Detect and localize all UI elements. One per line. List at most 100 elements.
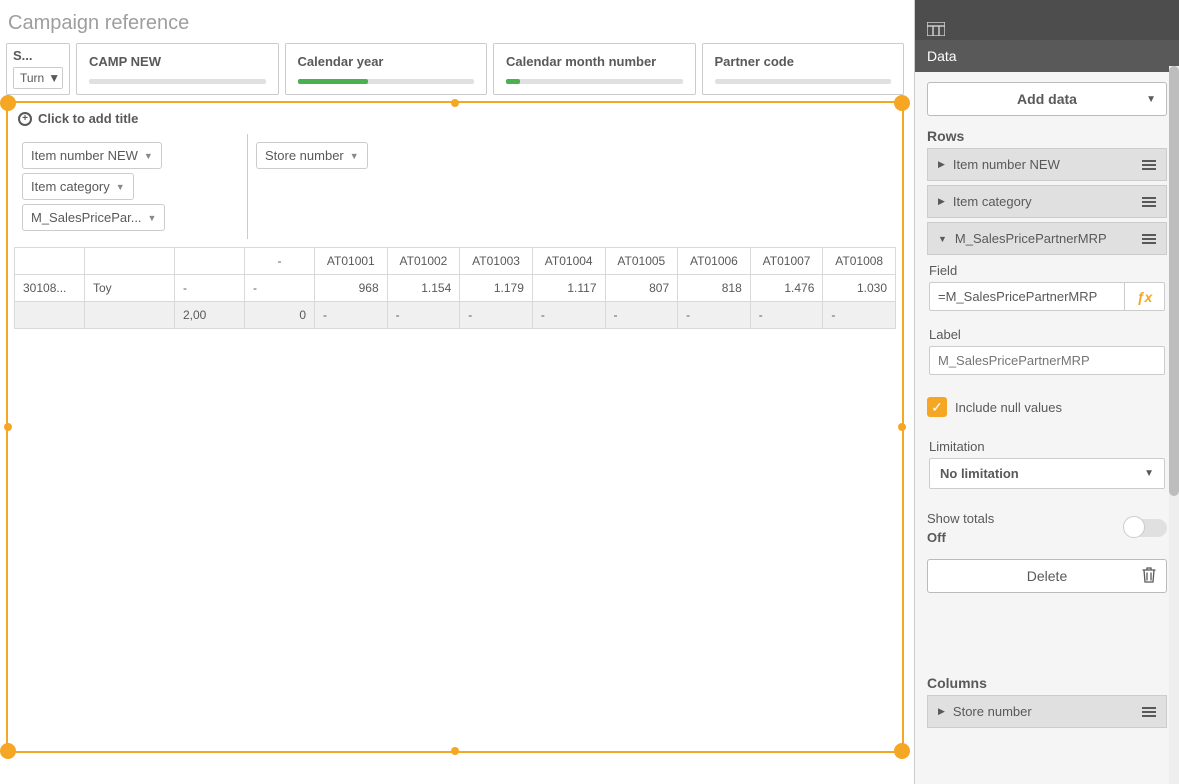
limitation-select[interactable]: No limitation ▼ bbox=[929, 458, 1165, 489]
include-null-label: Include null values bbox=[955, 400, 1062, 415]
chip-salesprice[interactable]: M_SalesPricePar...▼ bbox=[22, 204, 165, 231]
delete-button[interactable]: Delete bbox=[927, 559, 1167, 593]
add-data-button[interactable]: Add data ▼ bbox=[927, 82, 1167, 116]
grid-cell[interactable] bbox=[175, 248, 245, 275]
grid-cell[interactable]: - bbox=[605, 302, 678, 329]
col-item-store[interactable]: ▶ Store number bbox=[927, 695, 1167, 728]
row-item-number[interactable]: ▶Item number NEW bbox=[927, 148, 1167, 181]
grid-cell[interactable]: AT01001 bbox=[315, 248, 388, 275]
filter-box-month[interactable]: Calendar month number bbox=[493, 43, 696, 95]
add-title[interactable]: + Click to add title bbox=[14, 109, 896, 134]
grid-cell[interactable]: - bbox=[823, 302, 896, 329]
rows-label: Rows bbox=[927, 128, 1167, 144]
grid-cell[interactable]: AT01006 bbox=[678, 248, 751, 275]
grid-cell[interactable] bbox=[15, 248, 85, 275]
filter-small[interactable]: S... Turn ▼ bbox=[6, 43, 70, 95]
grid-cell[interactable]: - bbox=[387, 302, 460, 329]
grid-cell[interactable]: - bbox=[532, 302, 605, 329]
filter-box-partner[interactable]: Partner code bbox=[702, 43, 905, 95]
panel-tabs bbox=[915, 0, 1179, 40]
grid-cell[interactable]: AT01002 bbox=[387, 248, 460, 275]
chip-item-category[interactable]: Item category ▼ bbox=[22, 173, 134, 200]
filter-bar bbox=[715, 79, 892, 84]
grid-cell[interactable]: AT01008 bbox=[823, 248, 896, 275]
show-totals-state: Off bbox=[927, 530, 994, 545]
filter-bar bbox=[506, 79, 683, 84]
filter-box-year[interactable]: Calendar year bbox=[285, 43, 488, 95]
row-item-label: M_SalesPricePartnerMRP bbox=[955, 231, 1107, 246]
include-null-checkbox[interactable]: ✓ bbox=[927, 397, 947, 417]
row-item-label: Item category bbox=[953, 194, 1032, 209]
resize-handle[interactable] bbox=[4, 423, 12, 431]
grid-cell[interactable]: - bbox=[750, 302, 823, 329]
grid-cell[interactable]: 1.179 bbox=[460, 275, 533, 302]
grid-cell[interactable]: AT01007 bbox=[750, 248, 823, 275]
triangle-right-icon: ▶ bbox=[938, 706, 945, 717]
row-item-salesprice[interactable]: ▼ M_SalesPricePartnerMRP bbox=[927, 222, 1167, 255]
grid-cell[interactable]: 0 bbox=[245, 302, 315, 329]
chip-item-number[interactable]: Item number NEW▼ bbox=[22, 142, 162, 169]
field-input[interactable] bbox=[929, 282, 1125, 311]
grid-cell[interactable] bbox=[15, 302, 85, 329]
resize-handle[interactable] bbox=[894, 743, 910, 759]
grid-header-row: - AT01001 AT01002 AT01003 AT01004 AT0100… bbox=[15, 248, 896, 275]
scrollbar[interactable] bbox=[1169, 66, 1179, 784]
label-input[interactable] bbox=[929, 346, 1165, 375]
grid-cell[interactable]: 818 bbox=[678, 275, 751, 302]
triangle-down-icon: ▼ bbox=[938, 234, 947, 244]
row-item-label: Item number NEW bbox=[953, 157, 1060, 172]
show-totals-label: Show totals bbox=[927, 511, 994, 526]
drag-handle-icon[interactable] bbox=[1142, 197, 1156, 207]
grid-cell[interactable]: 1.030 bbox=[823, 275, 896, 302]
table-icon[interactable] bbox=[923, 18, 949, 40]
grid-cell[interactable]: 2,00 bbox=[175, 302, 245, 329]
grid-cell[interactable]: - bbox=[245, 275, 315, 302]
grid-cell[interactable]: - bbox=[245, 248, 315, 275]
grid-cell[interactable]: AT01005 bbox=[605, 248, 678, 275]
grid-cell[interactable]: 807 bbox=[605, 275, 678, 302]
label-label: Label bbox=[929, 327, 1165, 342]
resize-handle[interactable] bbox=[898, 423, 906, 431]
grid-cell[interactable] bbox=[85, 302, 175, 329]
grid-cell[interactable]: - bbox=[460, 302, 533, 329]
caret-down-icon: ▼ bbox=[116, 182, 125, 192]
show-totals-toggle[interactable] bbox=[1125, 519, 1167, 537]
grid-cell[interactable]: 1.476 bbox=[750, 275, 823, 302]
drag-handle-icon[interactable] bbox=[1142, 160, 1156, 170]
field-label: Field bbox=[929, 263, 1165, 278]
limitation-label: Limitation bbox=[929, 439, 1165, 454]
resize-handle[interactable] bbox=[451, 747, 459, 755]
resize-handle[interactable] bbox=[0, 743, 16, 759]
grid-cell[interactable]: AT01003 bbox=[460, 248, 533, 275]
filter-small-select[interactable]: Turn ▼ bbox=[13, 67, 63, 89]
columns-label: Columns bbox=[927, 675, 1167, 691]
caret-down-icon: ▼ bbox=[48, 71, 60, 85]
grid-cell[interactable] bbox=[85, 248, 175, 275]
grid-cell[interactable]: 1.154 bbox=[387, 275, 460, 302]
grid-cell[interactable]: 30108... bbox=[15, 275, 85, 302]
grid-cell[interactable]: - bbox=[315, 302, 388, 329]
selected-object[interactable]: + Click to add title Item number NEW▼ It… bbox=[6, 101, 904, 753]
grid-cell[interactable]: AT01004 bbox=[532, 248, 605, 275]
grid-cell[interactable]: Toy bbox=[85, 275, 175, 302]
scrollbar-thumb[interactable] bbox=[1169, 66, 1179, 496]
trash-icon bbox=[1142, 567, 1156, 586]
resize-handle[interactable] bbox=[894, 95, 910, 111]
grid-cell[interactable]: - bbox=[175, 275, 245, 302]
grid-cell[interactable]: - bbox=[678, 302, 751, 329]
chip-label: Item category bbox=[31, 179, 110, 194]
caret-down-icon: ▼ bbox=[1144, 468, 1154, 479]
fx-button[interactable]: ƒx bbox=[1125, 282, 1165, 311]
resize-handle[interactable] bbox=[451, 99, 459, 107]
col-item-label: Store number bbox=[953, 704, 1032, 719]
chip-store-number[interactable]: Store number▼ bbox=[256, 142, 368, 169]
row-item-category[interactable]: ▶Item category bbox=[927, 185, 1167, 218]
drag-handle-icon[interactable] bbox=[1142, 707, 1156, 717]
data-tab-header[interactable]: Data bbox=[915, 40, 1179, 72]
grid-cell[interactable]: 1.117 bbox=[532, 275, 605, 302]
resize-handle[interactable] bbox=[0, 95, 16, 111]
add-data-label: Add data bbox=[1017, 91, 1077, 107]
grid-cell[interactable]: 968 bbox=[315, 275, 388, 302]
drag-handle-icon[interactable] bbox=[1142, 234, 1156, 244]
filter-box-camp[interactable]: CAMP NEW bbox=[76, 43, 279, 95]
